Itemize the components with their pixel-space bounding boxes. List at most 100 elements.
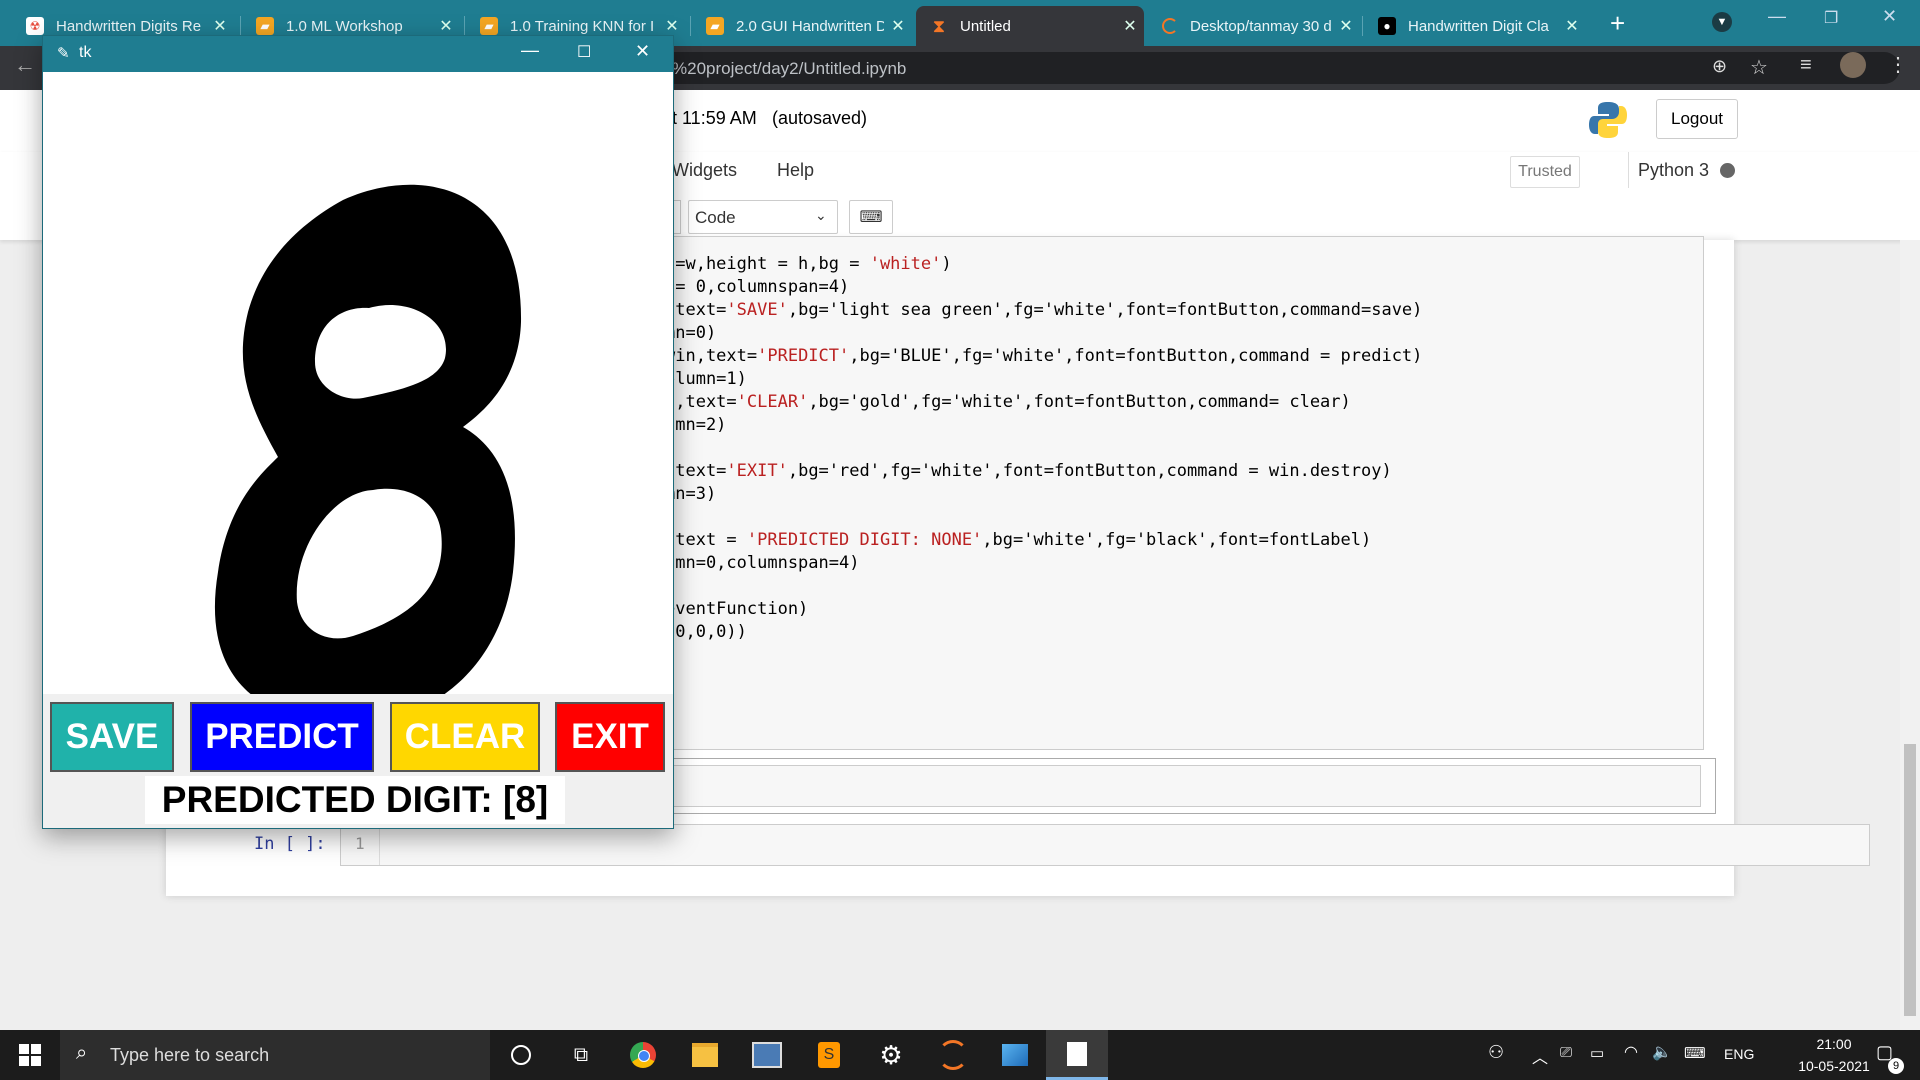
browser-tab-active[interactable]: ⧗ Untitled ✕ xyxy=(916,6,1144,46)
meet-now-icon[interactable]: ⎚ xyxy=(1560,1044,1572,1061)
chrome-icon[interactable] xyxy=(612,1030,674,1080)
volume-icon[interactable]: 🔈 xyxy=(1652,1042,1672,1062)
handwritten-digit-drawing xyxy=(214,184,522,724)
maximize-icon[interactable]: ☐ xyxy=(577,42,591,62)
chevron-up-icon[interactable]: ︿ xyxy=(1532,1044,1548,1068)
exit-button[interactable]: EXIT xyxy=(555,702,665,772)
code-line: umn=0,columnspan=4) xyxy=(665,553,860,573)
autosave-status: (autosaved) xyxy=(772,108,868,128)
cortana-icon[interactable] xyxy=(490,1030,552,1080)
selected-cell[interactable] xyxy=(654,758,1716,814)
battery-icon[interactable]: ▭ xyxy=(1590,1044,1604,1062)
medium-logo-icon: ● xyxy=(1378,17,1396,35)
python-logo-icon xyxy=(1588,100,1628,140)
code-text[interactable]: h=w,height = h,bg = 'white') = 0,columns… xyxy=(665,253,1422,644)
loading-spinner-icon xyxy=(1162,18,1178,34)
close-tab-icon[interactable]: ✕ xyxy=(658,16,686,36)
code-line: text='EXIT',bg='red',fg='white',font=fon… xyxy=(665,461,1392,481)
tab-favicon-icon: ▰ xyxy=(706,17,724,35)
clock-time[interactable]: 21:00 xyxy=(1794,1036,1874,1052)
jupyter-icon[interactable] xyxy=(922,1030,984,1080)
code-line: win,text='PREDICT',bg='BLUE',fg='white',… xyxy=(665,346,1423,366)
minimize-icon[interactable]: — xyxy=(521,40,539,61)
prediction-label: PREDICTED DIGIT: [8] xyxy=(145,776,565,824)
media-control-icon[interactable]: ≡ xyxy=(1800,54,1812,77)
browser-tab[interactable]: Desktop/tanmay 30 d ✕ xyxy=(1148,6,1360,46)
tab-title: Untitled xyxy=(960,17,1011,35)
keyboard-shortcuts-icon[interactable]: ⌨ xyxy=(849,200,893,234)
logout-button[interactable]: Logout xyxy=(1656,99,1738,139)
feather-icon: ✎ xyxy=(57,45,70,62)
restore-icon[interactable]: ❐ xyxy=(1824,8,1838,28)
browser-tab[interactable]: ▰ 2.0 GUI Handwritten D ✕ xyxy=(692,6,912,46)
close-tab-icon[interactable]: ✕ xyxy=(1332,16,1360,36)
code-line: text = 'PREDICTED DIGIT: NONE',bg='white… xyxy=(665,530,1372,550)
code-line: h=w,height = h,bg = 'white') xyxy=(665,254,952,274)
minimize-icon[interactable]: — xyxy=(1768,6,1786,27)
notepad-icon[interactable] xyxy=(1046,1030,1108,1080)
tab-favicon-icon: ☢ xyxy=(26,17,44,35)
search-placeholder: Type here to search xyxy=(110,1045,270,1065)
tab-title: 1.0 ML Workshop xyxy=(286,17,403,35)
tab-title: 2.0 GUI Handwritten D xyxy=(736,17,884,35)
settings-gear-icon[interactable]: ⚙ xyxy=(860,1030,922,1080)
code-line: (0,0,0)) xyxy=(665,622,747,642)
sublime-text-icon[interactable]: S xyxy=(798,1030,860,1080)
close-tab-icon[interactable]: ✕ xyxy=(432,16,460,36)
cell-type-select[interactable]: Code ⌄ xyxy=(688,200,838,234)
page-scrollbar[interactable] xyxy=(1900,240,1920,1030)
code-cell-editor[interactable]: h=w,height = h,bg = 'white') = 0,columns… xyxy=(660,236,1704,750)
trusted-indicator[interactable]: Trusted xyxy=(1510,156,1580,188)
tab-title: Desktop/tanmay 30 d xyxy=(1190,17,1332,35)
windows-start-icon[interactable] xyxy=(0,1030,60,1080)
code-line: umn=2) xyxy=(665,415,727,435)
zoom-icon[interactable]: ⊕ xyxy=(1712,56,1727,77)
bookmark-star-icon[interactable]: ☆ xyxy=(1750,55,1768,80)
save-button[interactable]: SAVE xyxy=(50,702,174,772)
code-line: ),text='CLEAR',bg='gold',fg='white',font… xyxy=(665,392,1351,412)
clock-date[interactable]: 10-05-2021 xyxy=(1784,1058,1884,1074)
close-window-icon[interactable]: ✕ xyxy=(1882,6,1897,27)
taskbar-search-box[interactable]: ⌕ Type here to search xyxy=(60,1030,490,1080)
profile-avatar[interactable] xyxy=(1840,52,1866,78)
new-tab-icon[interactable]: + xyxy=(1610,8,1625,39)
menu-help[interactable]: Help xyxy=(777,160,814,181)
browser-tab[interactable]: ● Handwritten Digit Cla ✕ xyxy=(1364,6,1586,46)
close-tab-icon[interactable]: ✕ xyxy=(1558,16,1586,36)
tab-favicon-icon: ▰ xyxy=(480,17,498,35)
drawing-canvas[interactable] xyxy=(43,72,673,724)
close-tab-icon[interactable]: ✕ xyxy=(206,16,234,36)
back-arrow-icon[interactable]: ← xyxy=(14,52,36,78)
cell-prompt: In [ ]: xyxy=(254,834,326,854)
scrollbar-thumb[interactable] xyxy=(1904,744,1916,1016)
predict-button[interactable]: PREDICT xyxy=(190,702,374,772)
close-tab-icon[interactable]: ✕ xyxy=(884,16,912,36)
code-line: mn=3) xyxy=(665,484,717,504)
cell-input-area[interactable] xyxy=(665,765,1701,807)
people-icon[interactable]: ⚇ xyxy=(1488,1042,1504,1063)
python-idle-icon[interactable] xyxy=(736,1030,798,1080)
tk-titlebar[interactable]: ✎ tk — ☐ ✕ xyxy=(43,36,673,72)
empty-code-cell[interactable]: 1 xyxy=(340,824,1870,866)
cell-type-value: Code xyxy=(695,208,736,227)
tab-favicon-icon: ▰ xyxy=(256,17,274,35)
photos-icon[interactable] xyxy=(984,1030,1046,1080)
code-line: eventFunction) xyxy=(665,599,809,619)
code-line: = 0,columnspan=4) xyxy=(665,277,850,297)
tab-title: Handwritten Digits Re xyxy=(56,17,202,35)
keyboard-icon[interactable]: ⌨ xyxy=(1684,1044,1706,1062)
task-view-icon[interactable]: ⧉ xyxy=(550,1030,612,1080)
address-bar[interactable]: %20project/day2/Untitled.ipynb ⊕ ☆ xyxy=(600,52,1900,84)
menu-kebab-icon[interactable]: ⋮ xyxy=(1888,52,1908,77)
menu-widgets[interactable]: Widgets xyxy=(672,160,737,181)
close-window-icon[interactable]: ✕ xyxy=(635,41,650,62)
tab-title: Handwritten Digit Cla xyxy=(1408,17,1549,35)
file-explorer-icon[interactable] xyxy=(674,1030,736,1080)
close-tab-icon[interactable]: ✕ xyxy=(1116,16,1144,36)
kernel-name: Python 3 xyxy=(1638,160,1710,180)
language-indicator[interactable]: ENG xyxy=(1724,1046,1754,1062)
clear-button[interactable]: CLEAR xyxy=(390,702,540,772)
tab-search-icon[interactable]: ▼ xyxy=(1712,12,1732,32)
wifi-icon[interactable]: ◠ xyxy=(1624,1042,1638,1062)
